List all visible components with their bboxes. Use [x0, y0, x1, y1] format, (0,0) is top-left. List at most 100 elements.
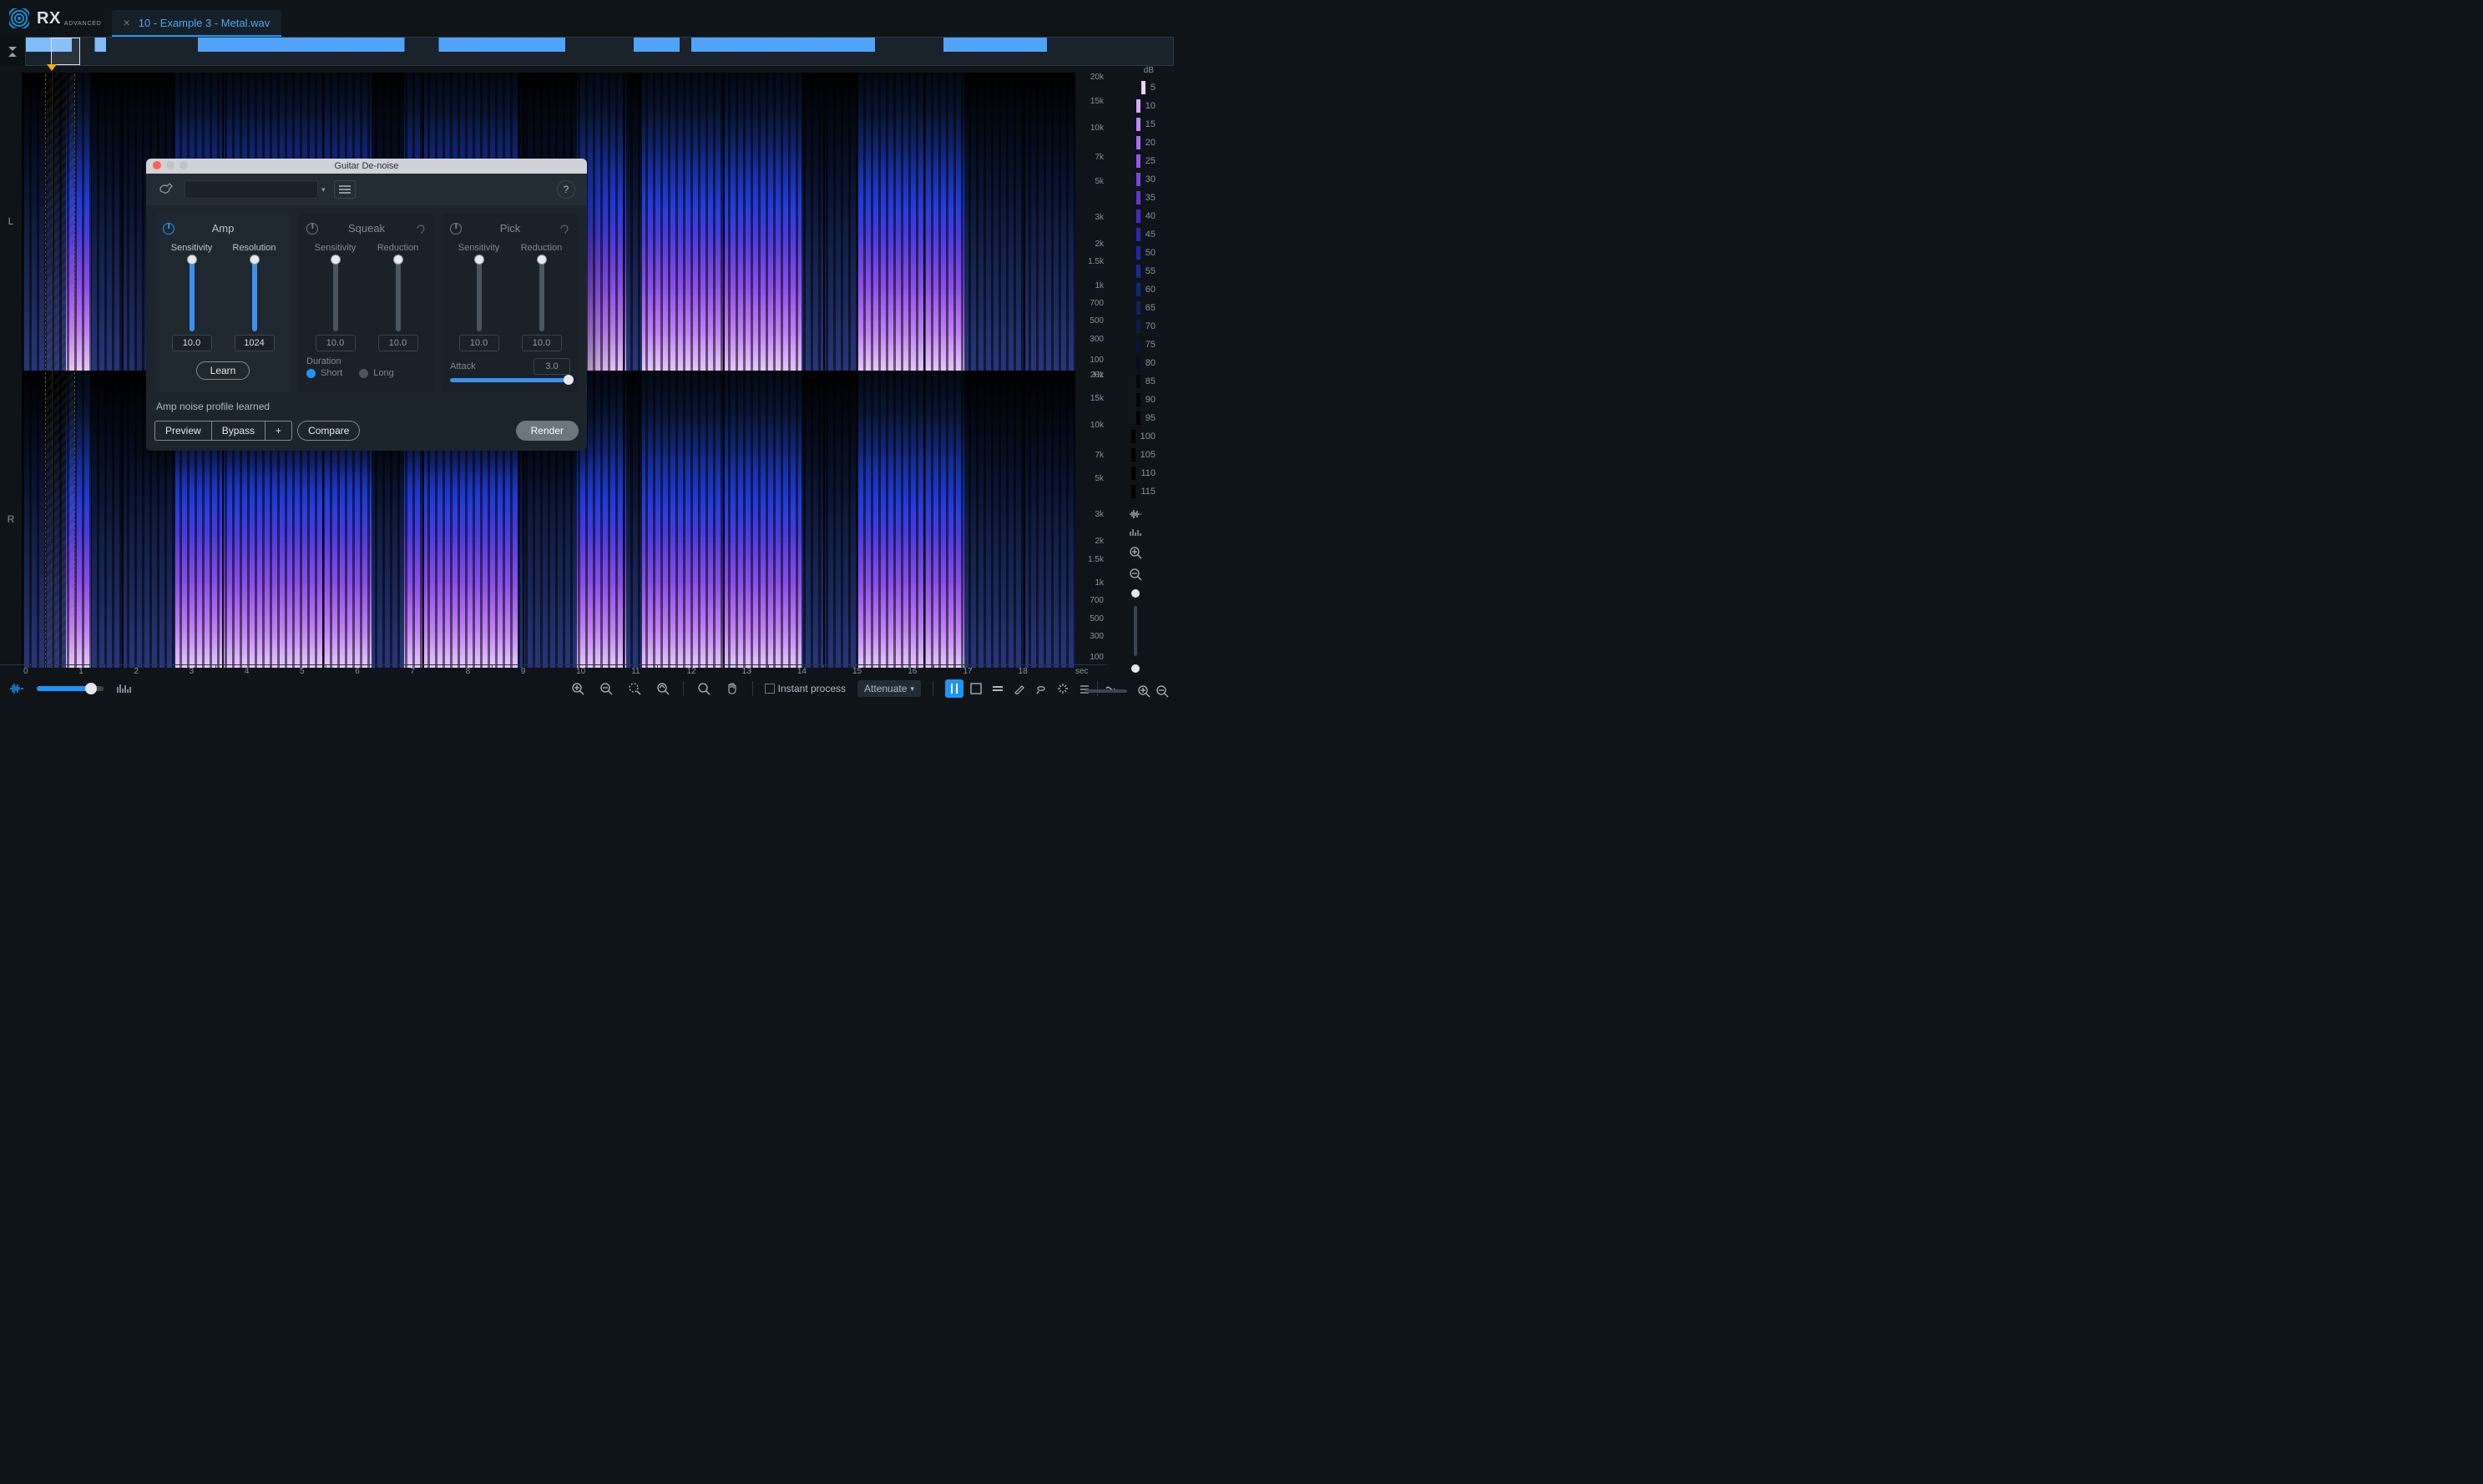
- db-swatch: [1136, 320, 1140, 333]
- overview-selection[interactable]: [51, 38, 80, 65]
- rail-handle-top[interactable]: [1131, 589, 1140, 598]
- time-select-tool-icon[interactable]: [945, 679, 963, 698]
- waveform-icon[interactable]: [1129, 509, 1142, 519]
- chevron-down-icon: [8, 47, 17, 51]
- squeak-red-slider[interactable]: [396, 260, 401, 331]
- zoom-out-icon[interactable]: [598, 682, 614, 695]
- overview-waveform[interactable]: [25, 37, 1174, 66]
- db-swatch: [1136, 173, 1140, 186]
- zoom-out-icon[interactable]: [1129, 568, 1142, 581]
- file-tab[interactable]: × 10 - Example 3 - Metal.wav: [112, 10, 282, 37]
- time-tick-label: 2: [134, 667, 139, 676]
- pick-red-slider[interactable]: [539, 260, 544, 331]
- attack-value[interactable]: 3.0: [534, 358, 570, 375]
- preset-menu-icon[interactable]: [334, 180, 356, 199]
- db-tick-label: 25: [1145, 156, 1156, 166]
- timefreq-select-tool-icon[interactable]: [967, 679, 985, 698]
- checkbox-icon[interactable]: [765, 684, 775, 694]
- db-tick: 20: [1115, 134, 1156, 152]
- amp-res-value[interactable]: 1024: [235, 335, 275, 351]
- pick-sens-slider[interactable]: [477, 260, 482, 331]
- db-tick: 65: [1115, 299, 1156, 317]
- time-tick-label: 16: [908, 667, 917, 676]
- spectro-toggle-icon[interactable]: [115, 683, 132, 694]
- selection-overlay[interactable]: [45, 371, 75, 669]
- minimize-window-icon[interactable]: [166, 161, 174, 169]
- rail-scroll-track[interactable]: [1134, 606, 1137, 656]
- compare-button[interactable]: Compare: [297, 421, 360, 441]
- pick-sens-value[interactable]: 10.0: [459, 335, 499, 351]
- db-tick-label: 95: [1145, 413, 1156, 423]
- squeak-sens-value[interactable]: 10.0: [316, 335, 356, 351]
- bypass-button[interactable]: Bypass: [211, 421, 265, 441]
- rail-handle-bottom[interactable]: [1131, 664, 1140, 673]
- help-icon[interactable]: ?: [557, 180, 575, 199]
- amp-sens-slider[interactable]: [190, 260, 195, 331]
- time-tick-label: 4: [245, 667, 250, 676]
- instant-process-toggle[interactable]: Instant process: [765, 683, 846, 694]
- db-swatch: [1136, 154, 1140, 168]
- squeak-sens-slider[interactable]: [333, 260, 338, 331]
- render-button[interactable]: Render: [516, 421, 579, 441]
- preview-button[interactable]: Preview: [154, 421, 211, 441]
- selection-overlay[interactable]: [45, 73, 75, 371]
- long-radio[interactable]: [359, 369, 368, 378]
- pick-red-label: Reduction: [521, 243, 563, 253]
- freq-select-tool-icon[interactable]: [989, 679, 1007, 698]
- pick-power-icon[interactable]: [450, 223, 462, 235]
- time-tick-label: 18: [1019, 667, 1028, 676]
- amp-sens-value[interactable]: 10.0: [172, 335, 212, 351]
- brand-text: RX: [37, 9, 61, 28]
- duration-label: Duration: [306, 356, 427, 366]
- amp-sens-label: Sensitivity: [171, 243, 213, 253]
- zoom-tool-icon[interactable]: [695, 682, 712, 695]
- zoom-out-horiz-icon[interactable]: [1156, 684, 1169, 698]
- time-tick-label: 0: [23, 667, 28, 676]
- playhead-marker-icon[interactable]: [47, 64, 57, 71]
- squeak-red-value[interactable]: 10.0: [378, 335, 418, 351]
- db-swatch: [1136, 375, 1140, 388]
- time-tick-label: 8: [466, 667, 471, 676]
- zoom-fit-icon[interactable]: [655, 682, 671, 695]
- zoom-in-icon[interactable]: [569, 682, 586, 695]
- spectrogram-icon[interactable]: [1129, 527, 1142, 538]
- close-window-icon[interactable]: [153, 161, 161, 169]
- attack-slider[interactable]: [450, 378, 570, 382]
- overview-strip[interactable]: [0, 37, 1174, 66]
- amp-power-icon[interactable]: [163, 223, 174, 235]
- close-icon[interactable]: ×: [124, 16, 130, 29]
- db-tick-label: 85: [1145, 376, 1156, 386]
- db-swatch: [1141, 81, 1145, 94]
- time-tick-label: 6: [355, 667, 360, 676]
- pick-red-value[interactable]: 10.0: [522, 335, 562, 351]
- db-tick: 40: [1115, 207, 1156, 225]
- paint-select-tool-icon[interactable]: [1010, 679, 1029, 698]
- waveform-toggle-icon[interactable]: [8, 683, 25, 694]
- zoom-in-icon[interactable]: [1129, 546, 1142, 559]
- short-radio[interactable]: [306, 369, 316, 378]
- file-tab-label: 10 - Example 3 - Metal.wav: [139, 17, 271, 29]
- attenuate-dropdown[interactable]: Attenuate ▾: [857, 680, 921, 697]
- zoom-selection-icon[interactable]: [626, 682, 643, 695]
- learn-button[interactable]: Learn: [196, 361, 250, 380]
- solo-listen-icon[interactable]: [559, 223, 570, 235]
- squeak-power-icon[interactable]: [306, 223, 318, 235]
- overview-toggle[interactable]: [0, 37, 25, 66]
- lasso-tool-icon[interactable]: [1032, 679, 1050, 698]
- opacity-slider[interactable]: [37, 686, 104, 691]
- amp-res-slider[interactable]: [252, 260, 257, 331]
- plugin-titlebar[interactable]: Guitar De-noise: [146, 159, 587, 174]
- db-swatch: [1136, 209, 1140, 223]
- hand-tool-icon[interactable]: [724, 682, 741, 695]
- preset-select[interactable]: [185, 180, 318, 199]
- maximize-window-icon[interactable]: [180, 161, 188, 169]
- zoom-track[interactable]: [1085, 689, 1127, 693]
- db-tick-label: 65: [1145, 303, 1156, 313]
- db-tick-label: 90: [1145, 395, 1156, 405]
- add-button[interactable]: +: [265, 421, 292, 441]
- db-tick-label: 35: [1145, 193, 1156, 203]
- db-tick: 35: [1115, 189, 1156, 207]
- magic-select-tool-icon[interactable]: [1054, 679, 1072, 698]
- solo-listen-icon[interactable]: [415, 223, 427, 235]
- zoom-in-horiz-icon[interactable]: [1137, 684, 1150, 698]
